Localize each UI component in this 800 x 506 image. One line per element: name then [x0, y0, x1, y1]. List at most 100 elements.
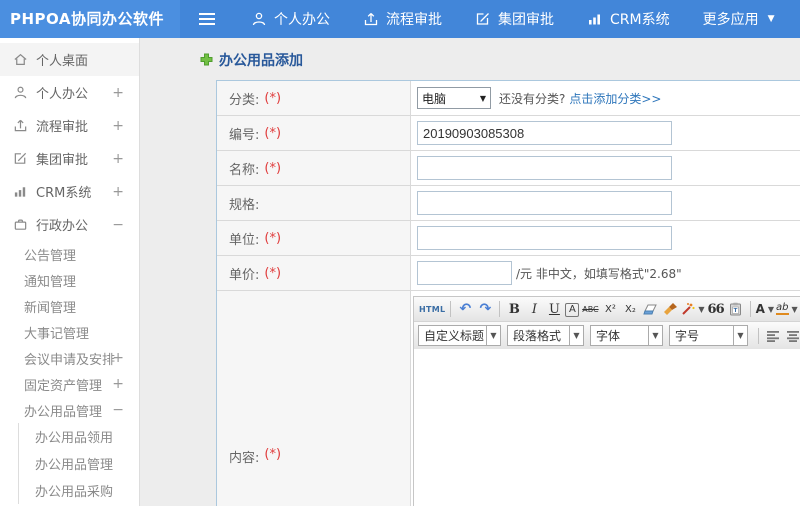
- font-family-combo[interactable]: 字体 ▼: [590, 325, 663, 346]
- undo-icon[interactable]: ↶: [456, 300, 474, 319]
- align-left-icon[interactable]: [764, 326, 782, 345]
- field-label: 内容: (*): [217, 291, 411, 506]
- sidebar-item-group-approval[interactable]: 集团审批 +: [0, 142, 139, 175]
- align-center-icon[interactable]: [784, 326, 800, 345]
- eraser-icon[interactable]: [641, 300, 659, 319]
- form-row-content: 内容: (*) HTML ↶ ↷ B I U A ABC X² X₂ ▼ 66 …: [217, 291, 800, 506]
- workflow-icon: [363, 11, 379, 27]
- sidebar-item-personal-desktop[interactable]: 个人桌面: [0, 43, 139, 76]
- top-header: PHPOA协同办公软件 个人办公 流程审批 集团审批 CRM系统 更多应用 ▼: [0, 0, 800, 38]
- form-row-category: 分类: (*) 电脑 ▼ 还没有分类? 点击添加分类>>: [217, 81, 800, 116]
- expand-plus-icon[interactable]: +: [112, 376, 124, 392]
- code-input[interactable]: [417, 121, 672, 145]
- format-brush-icon[interactable]: [661, 300, 679, 319]
- add-category-link[interactable]: 点击添加分类>>: [569, 90, 661, 107]
- nav-item-crm-system[interactable]: CRM系统: [587, 9, 670, 29]
- html-source-button[interactable]: HTML: [419, 300, 445, 319]
- dropdown-caret-icon: ▼: [648, 325, 663, 346]
- toolbar-divider: [749, 301, 751, 317]
- name-input[interactable]: [417, 156, 672, 180]
- home-icon: [13, 52, 28, 67]
- sidebar-item-supplies-manage[interactable]: 办公用品管理: [19, 450, 139, 477]
- nav-label: 更多应用: [702, 12, 759, 28]
- collapse-minus-icon[interactable]: −: [112, 402, 124, 418]
- nav-item-group-approval[interactable]: 集团审批: [475, 9, 554, 29]
- editor-content-area[interactable]: [414, 349, 800, 506]
- expand-plus-icon[interactable]: +: [112, 85, 124, 101]
- expand-plus-icon[interactable]: +: [112, 184, 124, 200]
- field-label: 单价: (*): [217, 256, 411, 290]
- paste-clipboard-icon[interactable]: T: [727, 300, 745, 319]
- nav-item-more-apps[interactable]: 更多应用 ▼: [703, 9, 775, 29]
- sidebar-item-notice-mgmt[interactable]: 通知管理: [0, 267, 139, 293]
- expand-plus-icon[interactable]: +: [112, 350, 124, 366]
- selected-option: 电脑: [422, 91, 447, 106]
- paragraph-format-combo[interactable]: 段落格式 ▼: [507, 325, 584, 346]
- page-title: 办公用品添加: [200, 50, 303, 70]
- nav-item-personal-office[interactable]: 个人办公: [251, 9, 330, 29]
- unit-input[interactable]: [417, 226, 672, 250]
- combo-value: 字体: [590, 325, 648, 346]
- editor-toolbar-row2: 自定义标题 ▼ 段落格式 ▼ 字体 ▼ 字号 ▼: [414, 322, 800, 349]
- add-plus-icon: [200, 51, 213, 70]
- sidebar-label: 办公用品管理: [24, 404, 103, 420]
- page-title-text: 办公用品添加: [219, 53, 303, 69]
- superscript-button[interactable]: X²: [601, 300, 619, 319]
- font-size-combo[interactable]: 字号 ▼: [669, 325, 748, 346]
- svg-text:T: T: [734, 308, 738, 314]
- custom-heading-combo[interactable]: 自定义标题 ▼: [418, 325, 501, 346]
- app-window: PHPOA协同办公软件 个人办公 流程审批 集团审批 CRM系统 更多应用 ▼ …: [0, 0, 800, 506]
- hamburger-menu-icon[interactable]: [196, 8, 218, 30]
- nav-item-workflow-approval[interactable]: 流程审批: [363, 9, 442, 29]
- sidebar-item-workflow-approval[interactable]: 流程审批 +: [0, 109, 139, 142]
- sidebar-item-supplies-purchase[interactable]: 办公用品采购: [19, 477, 139, 504]
- app-logo: PHPOA协同办公软件: [0, 0, 180, 38]
- sidebar-item-announcement-mgmt[interactable]: 公告管理: [0, 241, 139, 267]
- bold-button[interactable]: B: [505, 300, 523, 319]
- combo-value: 自定义标题: [418, 325, 486, 346]
- auto-typeset-wand-icon[interactable]: ▼: [681, 300, 705, 319]
- sidebar-item-news-mgmt[interactable]: 新闻管理: [0, 293, 139, 319]
- underline-button[interactable]: U: [545, 300, 563, 319]
- expand-plus-icon[interactable]: +: [112, 151, 124, 167]
- redo-icon[interactable]: ↷: [476, 300, 494, 319]
- sidebar-item-events-mgmt[interactable]: 大事记管理: [0, 319, 139, 345]
- sidebar-label: 通知管理: [24, 274, 77, 290]
- sidebar-item-personal-office[interactable]: 个人办公 +: [0, 76, 139, 109]
- label-text: 名称:: [229, 162, 260, 178]
- sidebar-label: 个人办公: [36, 87, 89, 102]
- sidebar-item-supplies-claim[interactable]: 办公用品领用: [19, 423, 139, 450]
- sidebar-item-office-supplies-mgmt[interactable]: 办公用品管理 −: [0, 397, 139, 423]
- font-color-button[interactable]: A ▼: [756, 300, 774, 319]
- no-category-hint: 还没有分类?: [499, 91, 566, 106]
- sidebar-item-admin-office[interactable]: 行政办公 −: [0, 208, 139, 241]
- sidebar-item-meeting-request[interactable]: 会议申请及安排 +: [0, 345, 139, 371]
- highlight-color-button[interactable]: ab ▼: [776, 300, 798, 319]
- toolbar-divider: [758, 327, 759, 344]
- blockquote-button[interactable]: 66: [707, 300, 725, 319]
- sidebar-item-crm-system[interactable]: CRM系统 +: [0, 175, 139, 208]
- dropdown-caret-icon: ▼: [569, 325, 584, 346]
- label-text: 编号:: [229, 127, 260, 143]
- sidebar-label: 流程审批: [36, 120, 89, 135]
- price-input[interactable]: [417, 261, 512, 285]
- field-label: 单位: (*): [217, 221, 411, 255]
- expand-plus-icon[interactable]: +: [112, 118, 124, 134]
- bar-chart-icon: [13, 184, 28, 199]
- field-label: 分类: (*): [217, 81, 411, 115]
- sidebar-label: 会议申请及安排: [24, 352, 116, 368]
- required-marker: (*): [264, 447, 282, 462]
- sidebar-submenu-office-supplies: 办公用品领用 办公用品管理 办公用品采购: [18, 423, 139, 504]
- sidebar-label: 新闻管理: [24, 300, 77, 316]
- italic-button[interactable]: I: [525, 300, 543, 319]
- form-row-code: 编号: (*): [217, 116, 800, 151]
- sidebar-item-fixed-assets-mgmt[interactable]: 固定资产管理 +: [0, 371, 139, 397]
- category-select[interactable]: 电脑 ▼: [417, 87, 491, 109]
- strikethrough-button[interactable]: ABC: [581, 300, 599, 319]
- font-border-button[interactable]: A: [565, 302, 580, 317]
- form-row-spec: 规格:: [217, 186, 800, 221]
- collapse-minus-icon[interactable]: −: [112, 217, 124, 233]
- price-format-hint: /元 非中文，如填写格式"2.68": [516, 266, 682, 281]
- subscript-button[interactable]: X₂: [621, 300, 639, 319]
- spec-input[interactable]: [417, 191, 672, 215]
